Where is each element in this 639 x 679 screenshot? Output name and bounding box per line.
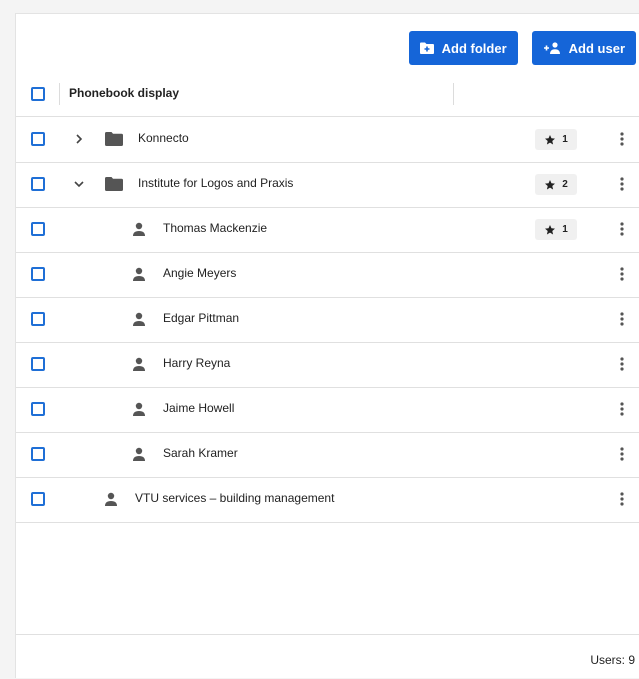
add-folder-label: Add folder [441, 40, 507, 56]
favorites-count: 1 [562, 224, 568, 235]
folder-plus-icon [419, 42, 434, 54]
person-icon [131, 221, 147, 237]
more-vert-icon[interactable] [616, 131, 628, 147]
row-checkbox[interactable] [31, 267, 45, 281]
column-header-phonebook-display: Phonebook display [69, 86, 180, 100]
row-checkbox[interactable] [31, 402, 45, 416]
row-label: Harry Reyna [163, 356, 231, 370]
person-add-icon [543, 42, 560, 54]
person-icon [131, 311, 147, 327]
more-vert-icon[interactable] [616, 266, 628, 282]
folder-icon [105, 177, 123, 191]
table-footer: Users: 9 [16, 634, 639, 679]
favorites-badge: 1 [535, 219, 577, 240]
person-icon [131, 266, 147, 282]
more-vert-icon[interactable] [616, 356, 628, 372]
row-label: Thomas Mackenzie [163, 221, 268, 235]
user-row[interactable]: Harry Reyna [16, 342, 639, 388]
row-label: Institute for Logos and Praxis [138, 176, 294, 190]
select-all-checkbox[interactable] [31, 87, 45, 101]
favorites-count: 2 [562, 179, 568, 190]
chevron-right-icon[interactable] [72, 132, 86, 146]
row-checkbox[interactable] [31, 357, 45, 371]
more-vert-icon[interactable] [616, 311, 628, 327]
row-checkbox[interactable] [31, 132, 45, 146]
user-row[interactable]: VTU services – building management [16, 477, 639, 523]
star-icon [545, 224, 556, 234]
folder-row[interactable]: Institute for Logos and Praxis 2 [16, 162, 639, 208]
row-label: Jaime Howell [163, 401, 235, 415]
favorites-badge: 2 [535, 174, 577, 195]
star-icon [545, 179, 556, 189]
user-row[interactable]: Jaime Howell [16, 387, 639, 433]
row-checkbox[interactable] [31, 312, 45, 326]
user-row[interactable]: Angie Meyers [16, 252, 639, 298]
folder-icon [105, 132, 123, 146]
row-label: VTU services – building management [135, 491, 335, 505]
row-checkbox[interactable] [31, 492, 45, 506]
favorites-count: 1 [562, 134, 568, 145]
column-divider [59, 83, 60, 105]
chevron-down-icon[interactable] [72, 177, 86, 191]
table-header: Phonebook display [16, 72, 639, 117]
favorites-badge: 1 [535, 129, 577, 150]
row-label: Edgar Pittman [163, 311, 240, 325]
user-row[interactable]: Sarah Kramer [16, 432, 639, 478]
folder-row[interactable]: Konnecto 1 [16, 117, 639, 163]
add-user-label: Add user [568, 40, 625, 56]
person-icon [131, 401, 147, 417]
person-icon [131, 446, 147, 462]
toolbar: Add folder Add user [408, 31, 636, 65]
row-label: Sarah Kramer [163, 446, 238, 460]
row-checkbox[interactable] [31, 447, 45, 461]
users-count: Users: 9 [590, 653, 635, 667]
star-icon [545, 134, 556, 144]
user-row[interactable]: Edgar Pittman [16, 297, 639, 343]
row-checkbox[interactable] [31, 177, 45, 191]
person-icon [131, 356, 147, 372]
more-vert-icon[interactable] [616, 221, 628, 237]
more-vert-icon[interactable] [616, 491, 628, 507]
more-vert-icon[interactable] [616, 176, 628, 192]
row-label: Konnecto [138, 131, 189, 145]
more-vert-icon[interactable] [616, 401, 628, 417]
more-vert-icon[interactable] [616, 446, 628, 462]
user-row[interactable]: Thomas Mackenzie 1 [16, 207, 639, 253]
row-label: Angie Meyers [163, 266, 237, 280]
person-icon [103, 491, 119, 507]
column-divider [453, 83, 454, 105]
phonebook-panel: Add folder Add user Phonebook display Ko… [15, 13, 639, 678]
add-folder-button[interactable]: Add folder [408, 31, 518, 65]
add-user-button[interactable]: Add user [531, 31, 636, 65]
row-checkbox[interactable] [31, 222, 45, 236]
